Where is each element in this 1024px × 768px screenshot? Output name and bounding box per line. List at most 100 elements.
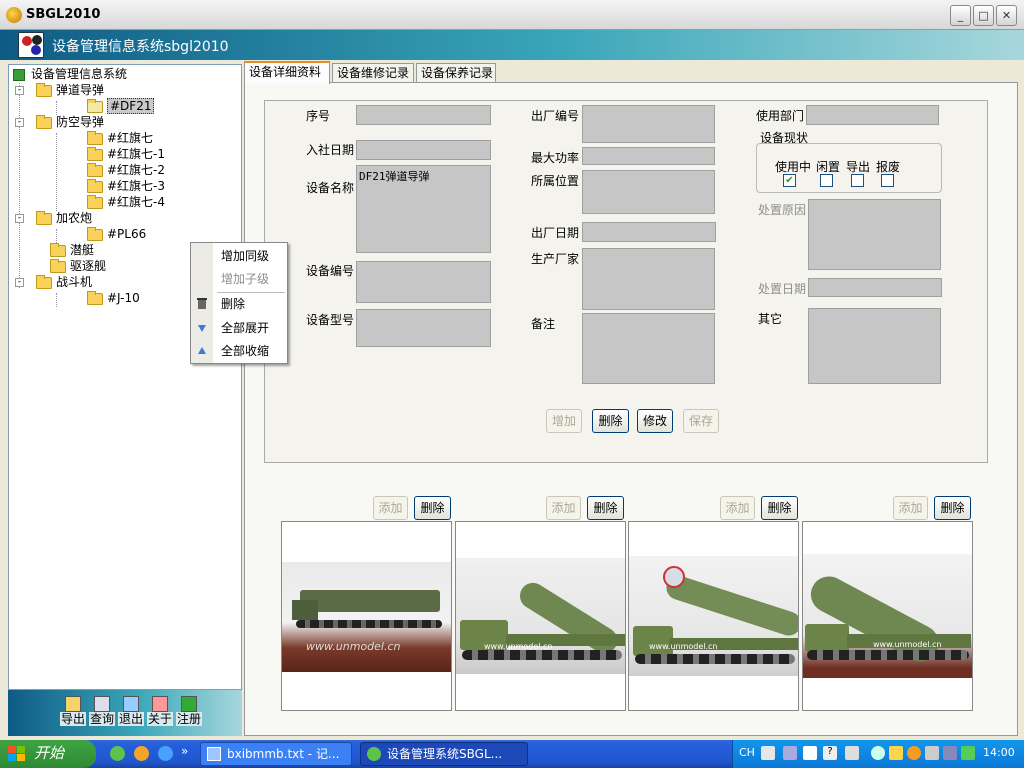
disposal-date-label: 处置日期 xyxy=(758,282,807,296)
tree-item[interactable]: #红旗七-3 xyxy=(87,178,165,194)
tree-item[interactable]: #红旗七-4 xyxy=(87,194,165,210)
tray-tool-icon[interactable] xyxy=(803,746,817,760)
image-panel-4[interactable]: www.unmodel.cn xyxy=(802,521,973,711)
join-date-field[interactable] xyxy=(356,140,491,160)
exit-button[interactable]: 退出 xyxy=(118,696,144,732)
image-panel-2[interactable]: www.unmodel.cn xyxy=(455,521,626,711)
tree-item[interactable]: #红旗七-2 xyxy=(87,162,165,178)
window-title: SBGL2010 xyxy=(26,7,101,22)
tray-app-icon[interactable] xyxy=(889,746,903,760)
max-power-field[interactable] xyxy=(582,147,715,165)
device-no-field[interactable] xyxy=(356,261,491,303)
quicklaunch-more-icon[interactable]: » xyxy=(181,744,188,758)
close-button[interactable]: ✕ xyxy=(996,5,1017,26)
image-panel-1[interactable]: www.unmodel.cn xyxy=(281,521,452,711)
folder-icon xyxy=(50,242,66,257)
add-record-button[interactable]: 增加 xyxy=(546,409,582,433)
delete-record-button[interactable]: 删除 xyxy=(592,409,629,433)
tree-item[interactable]: #J-10 xyxy=(87,290,140,306)
image-3-add-button[interactable]: 添加 xyxy=(720,496,755,520)
folder-icon xyxy=(87,130,103,145)
status-scrap-checkbox[interactable] xyxy=(881,174,894,187)
ime-indicator[interactable]: CH xyxy=(739,746,755,759)
image-1-add-button[interactable]: 添加 xyxy=(373,496,408,520)
maximize-button[interactable]: □ xyxy=(973,5,994,26)
factory-no-field[interactable] xyxy=(582,105,715,143)
security-icon[interactable] xyxy=(961,746,975,760)
query-button[interactable]: 查询 xyxy=(89,696,115,732)
tree-item[interactable]: #PL66 xyxy=(87,226,146,242)
title-bar: SBGL2010 _ □ ✕ xyxy=(0,0,1024,30)
pen-icon[interactable] xyxy=(783,746,797,760)
manufacturer-field[interactable] xyxy=(582,248,715,310)
tree-item-df21[interactable]: #DF21 xyxy=(87,98,155,114)
tree-group-cannon[interactable]: - 加农炮 xyxy=(15,210,92,226)
edit-record-button[interactable]: 修改 xyxy=(637,409,673,433)
menu-delete[interactable]: 删除 xyxy=(221,295,245,313)
export-button[interactable]: 导出 xyxy=(60,696,86,732)
arrow-up-icon xyxy=(198,347,206,354)
image-3-watermark: www.unmodel.cn xyxy=(649,642,718,651)
keyboard-icon[interactable] xyxy=(761,746,775,760)
image-3-delete-button[interactable]: 删除 xyxy=(761,496,798,520)
tab-repair-records[interactable]: 设备维修记录 xyxy=(332,63,414,83)
image-4-add-button[interactable]: 添加 xyxy=(893,496,928,520)
status-in-use-checkbox[interactable]: ✔ xyxy=(783,174,796,187)
start-button[interactable]: 开始 xyxy=(0,740,96,768)
image-2-add-button[interactable]: 添加 xyxy=(546,496,581,520)
tree-group-air-defense[interactable]: - 防空导弹 xyxy=(15,114,104,130)
disposal-date-field[interactable] xyxy=(808,278,942,297)
device-model-field[interactable] xyxy=(356,309,491,347)
monitor-icon[interactable] xyxy=(943,746,957,760)
menu-expand-all[interactable]: 全部展开 xyxy=(221,319,269,337)
image-1-delete-button[interactable]: 删除 xyxy=(414,496,451,520)
tree-group-ballistic[interactable]: - 弹道导弹 xyxy=(15,82,104,98)
minimize-button[interactable]: _ xyxy=(950,5,971,26)
image-2-delete-button[interactable]: 删除 xyxy=(587,496,624,520)
tree-panel: 设备管理信息系统 - 弹道导弹 #DF21 - 防空导弹 #红旗七 #红旗七-1 #… xyxy=(8,64,242,690)
factory-date-field[interactable] xyxy=(582,222,716,242)
tab-device-details[interactable]: 设备详细资料 xyxy=(244,61,330,84)
quicklaunch-media-icon[interactable] xyxy=(134,746,149,761)
disposal-reason-field[interactable] xyxy=(808,199,941,270)
menu-collapse-all[interactable]: 全部收缩 xyxy=(221,342,269,360)
menu-add-sibling[interactable]: 增加同级 xyxy=(221,247,269,265)
about-button[interactable]: 关于 xyxy=(147,696,173,732)
register-button[interactable]: 注册 xyxy=(176,696,202,732)
search-icon xyxy=(94,696,110,712)
network-icon[interactable] xyxy=(925,746,939,760)
notepad-icon xyxy=(207,747,221,761)
tray-arrow-icon[interactable] xyxy=(845,746,859,760)
task-notepad[interactable]: bxibmmb.txt - 记... xyxy=(200,742,352,766)
collapse-toggle-icon[interactable]: - xyxy=(15,118,24,127)
other-field[interactable] xyxy=(808,308,941,384)
quicklaunch-ie-icon[interactable] xyxy=(110,746,125,761)
collapse-toggle-icon[interactable]: - xyxy=(15,214,24,223)
status-idle-checkbox[interactable] xyxy=(820,174,833,187)
tree-group-submarine[interactable]: 潜艇 xyxy=(36,242,94,258)
tree-item[interactable]: #红旗七-1 xyxy=(87,146,165,162)
tree-root[interactable]: 设备管理信息系统 xyxy=(13,66,127,82)
image-panel-3[interactable]: www.unmodel.cn xyxy=(628,521,799,711)
tray-messenger-icon[interactable] xyxy=(907,746,921,760)
help-icon[interactable]: ? xyxy=(823,746,837,760)
task-sbgl[interactable]: 设备管理系统SBGL... xyxy=(360,742,528,766)
tray-back-icon[interactable] xyxy=(871,746,885,760)
remark-field[interactable] xyxy=(582,313,715,384)
tree-group-fighter[interactable]: - 战斗机 xyxy=(15,274,92,290)
device-no-label: 设备编号 xyxy=(306,264,355,278)
image-4-delete-button[interactable]: 删除 xyxy=(934,496,971,520)
status-in-use-label: 使用中 xyxy=(775,160,812,174)
status-export-checkbox[interactable] xyxy=(851,174,864,187)
device-name-field[interactable]: DF21弹道导弹 xyxy=(356,165,491,253)
collapse-toggle-icon[interactable]: - xyxy=(15,86,24,95)
tree-group-destroyer[interactable]: 驱逐舰 xyxy=(36,258,106,274)
serial-field[interactable] xyxy=(356,105,491,125)
location-field[interactable] xyxy=(582,170,715,214)
save-record-button[interactable]: 保存 xyxy=(683,409,719,433)
quicklaunch-browser-icon[interactable] xyxy=(158,746,173,761)
department-field[interactable] xyxy=(806,105,939,125)
collapse-toggle-icon[interactable]: - xyxy=(15,278,24,287)
tab-maintenance-records[interactable]: 设备保养记录 xyxy=(416,63,496,83)
tree-item[interactable]: #红旗七 xyxy=(87,130,153,146)
